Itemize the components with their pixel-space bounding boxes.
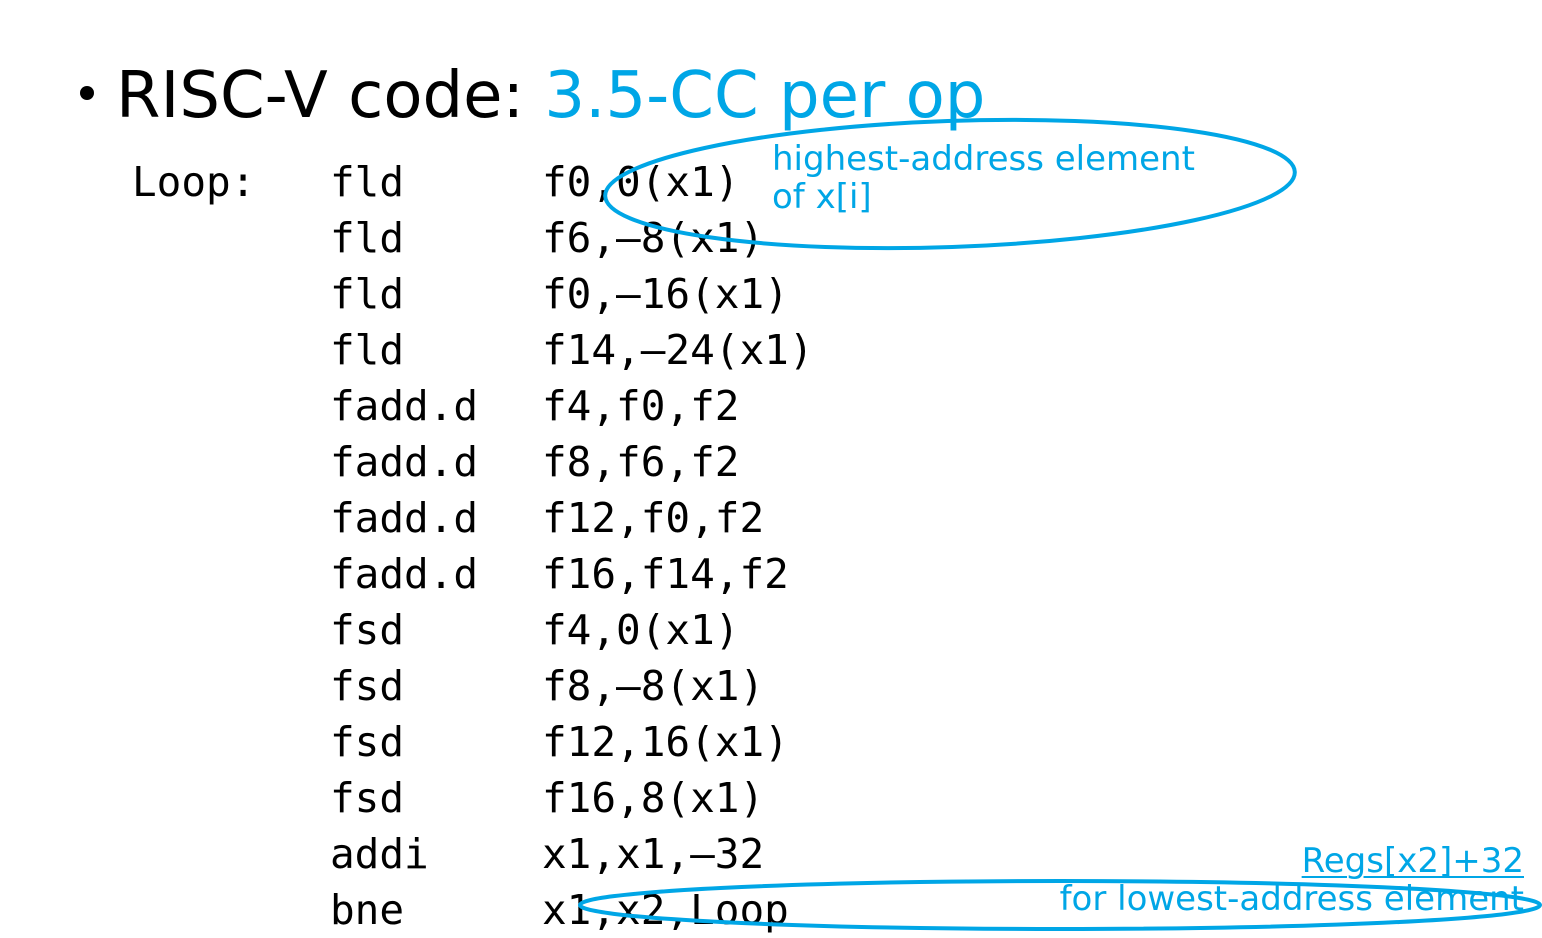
code-opcode: fld <box>330 270 405 318</box>
code-opcode: fsd <box>330 774 405 822</box>
code-opcode: fld <box>330 158 405 206</box>
code-operands: f16,8(x1) <box>542 774 765 822</box>
code-operands: f0,0(x1) <box>542 158 740 206</box>
annotation-highest-address: highest-address element of x[i] <box>772 140 1195 216</box>
code-opcode: fsd <box>330 718 405 766</box>
title-text: RISC-V code: <box>116 59 545 133</box>
code-operands: f12,f0,f2 <box>542 494 765 542</box>
code-opcode: fld <box>330 326 405 374</box>
annotation-line: highest-address element <box>772 139 1195 179</box>
code-opcode: fld <box>330 214 405 262</box>
code-opcode: fadd.d <box>330 382 479 430</box>
title-accent: 3.5-CC per op <box>544 59 986 133</box>
code-opcode: fsd <box>330 606 405 654</box>
annotation-line: Regs[x2]+32 <box>1301 841 1524 881</box>
code-operands: f0,–16(x1) <box>542 270 789 318</box>
code-opcode: bne <box>330 886 405 934</box>
code-operands: x1,x1,–32 <box>542 830 765 878</box>
code-opcode: fadd.d <box>330 494 479 542</box>
code-operands: x1,x2,Loop <box>542 886 789 934</box>
code-operands: f8,–8(x1) <box>542 662 765 710</box>
code-operands: f14,–24(x1) <box>542 326 814 374</box>
code-operands: f6,–8(x1) <box>542 214 765 262</box>
code-operands: f4,f0,f2 <box>542 382 740 430</box>
code-label: Loop: <box>132 158 256 206</box>
annotation-line: of x[i] <box>772 177 872 217</box>
annotation-line: for lowest-address element <box>1059 879 1524 919</box>
annotation-lowest-address: Regs[x2]+32 for lowest-address element <box>1060 842 1524 918</box>
code-opcode: fadd.d <box>330 438 479 486</box>
slide: RISC-V code: 3.5-CC per op Loop: fld f0,0(… <box>0 0 1542 934</box>
code-opcode: addi <box>330 830 429 878</box>
slide-title: RISC-V code: 3.5-CC per op <box>80 58 985 134</box>
bullet-icon <box>80 86 94 101</box>
annotation-overlay <box>578 117 1542 931</box>
code-operands: f4,0(x1) <box>542 606 740 654</box>
code-operands: f16,f14,f2 <box>542 550 789 598</box>
code-opcode: fadd.d <box>330 550 479 598</box>
code-opcode: fsd <box>330 662 405 710</box>
code-operands: f12,16(x1) <box>542 718 789 766</box>
code-operands: f8,f6,f2 <box>542 438 740 486</box>
